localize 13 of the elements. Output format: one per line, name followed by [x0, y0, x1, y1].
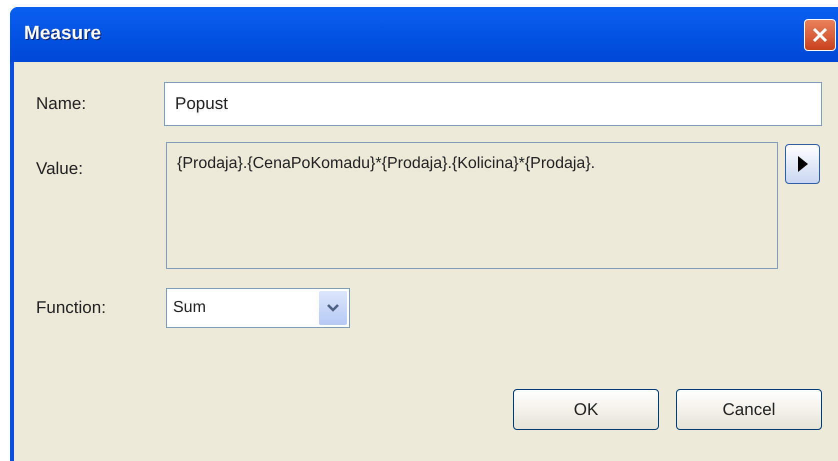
- expand-button[interactable]: [785, 144, 820, 184]
- value-field[interactable]: {Prodaja}.{CenaPoKomadu}*{Prodaja}.{Kolicina}*{Prodaja}.: [166, 142, 778, 269]
- function-dropdown[interactable]: Sum: [166, 288, 350, 328]
- play-icon: [796, 155, 808, 173]
- name-label: Name:: [36, 93, 88, 116]
- window-title: Measure: [24, 22, 102, 46]
- cancel-button[interactable]: Cancel: [676, 389, 822, 430]
- close-button[interactable]: [804, 18, 836, 50]
- ok-button[interactable]: OK: [513, 389, 659, 430]
- close-icon: [811, 26, 829, 44]
- function-label: Function:: [36, 297, 107, 320]
- name-field[interactable]: Popust: [164, 82, 822, 126]
- value-label: Value:: [36, 158, 84, 180]
